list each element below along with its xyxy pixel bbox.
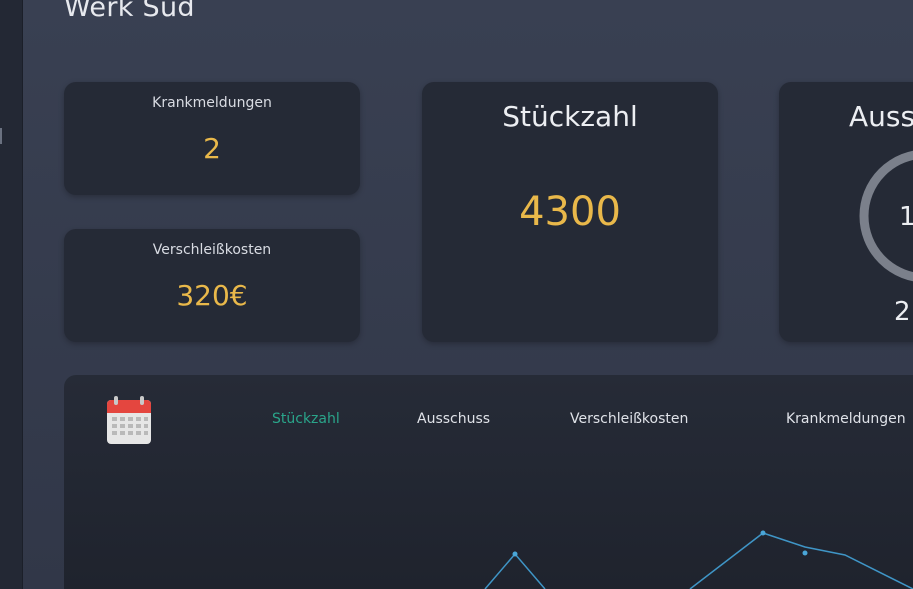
dashboard-frame: Werk Süd Krankmeldungen 2 Verschleißkost…	[0, 0, 913, 589]
card-verschleisskosten[interactable]: Verschleißkosten 320€	[64, 229, 360, 342]
sidebar	[0, 0, 23, 589]
ausschuss-gauge-subvalue: 2	[894, 297, 911, 327]
tab-krankmeldungen[interactable]: Krankmeldungen	[786, 411, 906, 427]
tab-stueckzahl[interactable]: Stückzahl	[272, 411, 340, 427]
krankmeldungen-label: Krankmeldungen	[152, 95, 272, 111]
page-title: Werk Süd	[64, 0, 195, 23]
krankmeldungen-value: 2	[203, 132, 221, 165]
stueckzahl-label: Stückzahl	[502, 100, 638, 133]
verschleisskosten-label: Verschleißkosten	[152, 242, 272, 258]
card-ausschuss[interactable]: Auss 1 2	[779, 82, 913, 342]
tab-verschleisskosten[interactable]: Verschleißkosten	[570, 411, 688, 427]
ausschuss-label: Auss	[849, 100, 913, 133]
card-krankmeldungen[interactable]: Krankmeldungen 2	[64, 82, 360, 195]
verschleisskosten-value: 320€	[176, 279, 248, 312]
card-stueckzahl[interactable]: Stückzahl 4300	[422, 82, 718, 342]
sidebar-indicator	[0, 128, 2, 144]
chart-panel: Stückzahl Ausschuss Verschleißkosten Kra…	[64, 375, 913, 589]
calendar-icon[interactable]	[106, 395, 152, 445]
tab-ausschuss[interactable]: Ausschuss	[417, 411, 490, 427]
stueckzahl-value: 4300	[519, 189, 621, 235]
ausschuss-gauge-value: 1	[899, 202, 913, 232]
